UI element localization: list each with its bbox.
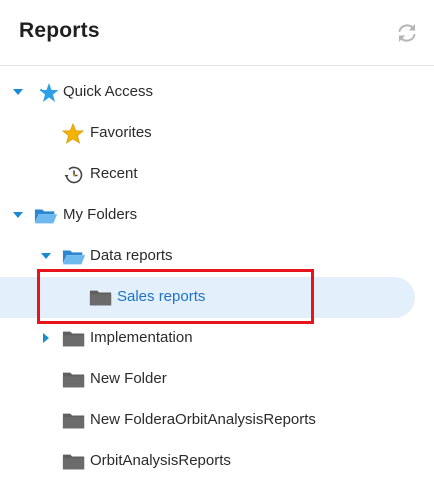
folder-icon — [62, 372, 85, 388]
folder-open-icon — [62, 250, 86, 265]
tree-item-label: New Folder — [90, 370, 167, 387]
tree-item-label: OrbitAnalysisReports — [90, 452, 231, 469]
tree-item-label: Quick Access — [63, 83, 154, 100]
caret-down-icon[interactable] — [40, 250, 52, 262]
star-outline-icon — [39, 83, 59, 102]
tree-item-new-folder-orbit[interactable]: New FolderaOrbitAnalysisReports — [0, 400, 434, 441]
tree-item-label: Data reports — [90, 247, 173, 264]
folder-icon — [62, 413, 85, 429]
tree-item-label: Recent — [90, 165, 138, 182]
tree-item-label: My Folders — [63, 206, 138, 223]
tree-item-implementation[interactable]: Implementation — [0, 318, 434, 359]
caret-down-icon[interactable] — [12, 209, 24, 221]
tree-item-label: New FolderaOrbitAnalysisReports — [90, 411, 316, 428]
tree-item-label: Implementation — [90, 329, 193, 346]
refresh-icon[interactable] — [394, 20, 420, 46]
panel-title: Reports — [19, 19, 100, 42]
clock-history-icon — [64, 166, 83, 184]
tree-item-label: Favorites — [90, 124, 152, 141]
tree-item-favorites[interactable]: Favorites — [0, 113, 434, 154]
caret-right-icon[interactable] — [40, 332, 52, 344]
caret-down-icon[interactable] — [12, 86, 24, 98]
tree-item-new-folder[interactable]: New Folder — [0, 359, 434, 400]
folder-icon — [62, 454, 85, 470]
tree-item-quick-access[interactable]: Quick Access — [0, 72, 434, 113]
tree-item-my-folders[interactable]: My Folders — [0, 195, 434, 236]
folder-icon — [62, 331, 85, 347]
tree-item-recent[interactable]: Recent — [0, 154, 434, 195]
star-icon — [62, 123, 85, 144]
annotation-highlight-box — [37, 269, 314, 324]
tree-item-orbit-analysis-reports[interactable]: OrbitAnalysisReports — [0, 441, 434, 482]
folder-open-icon — [34, 209, 58, 224]
panel-header: Reports — [0, 0, 434, 66]
